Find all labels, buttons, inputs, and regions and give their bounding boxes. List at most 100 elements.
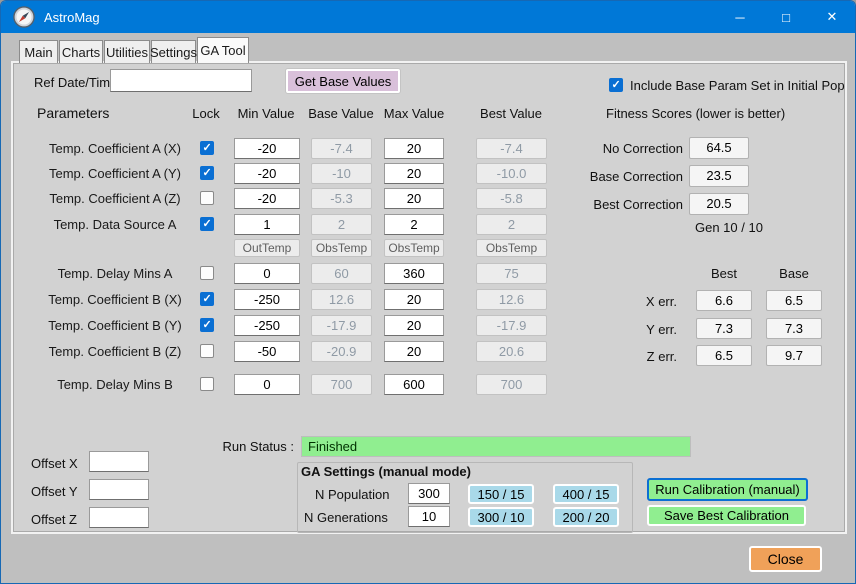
base-value-field: -5.3 (311, 188, 372, 209)
tab-main[interactable]: Main (19, 40, 58, 63)
tab-utilities[interactable]: Utilities (104, 40, 150, 63)
save-best-calibration-button[interactable]: Save Best Calibration (647, 505, 806, 526)
best-value-field: -10.0 (476, 163, 547, 184)
x-err-base: 6.5 (766, 290, 822, 311)
best-source-field: ObsTemp (476, 239, 547, 257)
tab-charts[interactable]: Charts (59, 40, 103, 63)
base-value-field: -17.9 (311, 315, 372, 336)
offset-x-input[interactable] (89, 451, 149, 472)
n-generations-input[interactable] (408, 506, 450, 527)
no-correction-label: No Correction (541, 141, 683, 156)
best-value-field: 20.6 (476, 341, 547, 362)
max-value-input[interactable] (384, 315, 444, 336)
offset-x-label: Offset X (31, 456, 78, 471)
max-value-input[interactable] (384, 214, 444, 235)
base-value-field: -20.9 (311, 341, 372, 362)
maximize-icon[interactable]: □ (763, 1, 809, 33)
min-value-input[interactable] (234, 163, 300, 184)
preset-300-10-button[interactable]: 300 / 10 (468, 507, 534, 527)
window-controls: ─ □ ✕ (717, 1, 855, 33)
best-value-field: 12.6 (476, 289, 547, 310)
close-button[interactable]: Close (749, 546, 822, 572)
run-status-label: Run Status : (214, 439, 294, 454)
no-correction-score: 64.5 (689, 137, 749, 159)
offset-z-input[interactable] (89, 507, 149, 528)
fitness-heading: Fitness Scores (lower is better) (606, 106, 785, 121)
param-label: Temp. Coefficient B (X) (26, 292, 204, 307)
err-base-header: Base (766, 266, 822, 281)
parameters-heading: Parameters (37, 105, 109, 121)
base-value-field: -10 (311, 163, 372, 184)
min-value-input[interactable] (234, 188, 300, 209)
offset-z-label: Offset Z (31, 512, 77, 527)
z-err-label: Z err. (599, 349, 677, 364)
best-value-field: 75 (476, 263, 547, 284)
base-value-field: 700 (311, 374, 372, 395)
lock-checkbox[interactable] (200, 344, 214, 358)
param-row-temp-delay-mins-b: Temp. Delay Mins B 700 700 (11, 374, 711, 396)
preset-200-20-button[interactable]: 200 / 20 (553, 507, 619, 527)
lock-checkbox[interactable] (200, 141, 214, 155)
min-value-input[interactable] (234, 289, 300, 310)
lock-checkbox[interactable] (200, 266, 214, 280)
n-generations-label: N Generations (304, 510, 388, 525)
lock-checkbox[interactable] (200, 377, 214, 391)
max-value-input[interactable] (384, 289, 444, 310)
min-value-input[interactable] (234, 138, 300, 159)
min-value-input[interactable] (234, 341, 300, 362)
param-label: Temp. Delay Mins B (26, 377, 204, 392)
base-value-field: 60 (311, 263, 372, 284)
base-value-header: Base Value (306, 106, 376, 121)
y-err-label: Y err. (599, 322, 677, 337)
tab-settings[interactable]: Settings (151, 40, 196, 63)
base-correction-label: Base Correction (541, 169, 683, 184)
max-source-field: ObsTemp (384, 239, 444, 257)
include-base-checkbox[interactable] (609, 78, 623, 92)
max-value-input[interactable] (384, 138, 444, 159)
min-value-input[interactable] (234, 315, 300, 336)
min-value-input[interactable] (234, 214, 300, 235)
preset-150-15-button[interactable]: 150 / 15 (468, 484, 534, 504)
param-row-data-source-names: OutTemp ObsTemp ObsTemp ObsTemp (11, 239, 711, 257)
lock-checkbox[interactable] (200, 318, 214, 332)
x-err-label: X err. (599, 294, 677, 309)
offset-y-input[interactable] (89, 479, 149, 500)
best-correction-score: 20.5 (689, 193, 749, 215)
y-err-best: 7.3 (696, 318, 752, 339)
max-value-input[interactable] (384, 374, 444, 395)
y-err-base: 7.3 (766, 318, 822, 339)
max-value-header: Max Value (379, 106, 449, 121)
best-value-header: Best Value (471, 106, 551, 121)
param-label: Temp. Coefficient A (Z) (26, 191, 204, 206)
lock-checkbox[interactable] (200, 217, 214, 231)
run-calibration-button[interactable]: Run Calibration (manual) (647, 478, 808, 501)
lock-checkbox[interactable] (200, 292, 214, 306)
title-bar: AstroMag ─ □ ✕ (1, 1, 855, 33)
close-window-icon[interactable]: ✕ (809, 1, 855, 33)
best-value-field: -7.4 (476, 138, 547, 159)
base-value-field: 2 (311, 214, 372, 235)
z-err-best: 6.5 (696, 345, 752, 366)
preset-400-15-button[interactable]: 400 / 15 (553, 484, 619, 504)
ga-settings-title: GA Settings (manual mode) (301, 464, 471, 479)
minimize-icon[interactable]: ─ (717, 1, 763, 33)
min-value-input[interactable] (234, 263, 300, 284)
max-value-input[interactable] (384, 263, 444, 284)
max-value-input[interactable] (384, 163, 444, 184)
param-label: Temp. Coefficient B (Y) (26, 318, 204, 333)
base-source-field: ObsTemp (311, 239, 372, 257)
ref-datetime-input[interactable] (110, 69, 252, 92)
max-value-input[interactable] (384, 188, 444, 209)
lock-checkbox[interactable] (200, 166, 214, 180)
min-value-input[interactable] (234, 374, 300, 395)
max-value-input[interactable] (384, 341, 444, 362)
tab-ga-tool[interactable]: GA Tool (197, 37, 249, 63)
lock-header: Lock (186, 106, 226, 121)
window-title: AstroMag (44, 10, 100, 25)
lock-checkbox[interactable] (200, 191, 214, 205)
n-population-input[interactable] (408, 483, 450, 504)
base-value-field: 12.6 (311, 289, 372, 310)
get-base-values-button[interactable]: Get Base Values (286, 69, 400, 93)
base-correction-score: 23.5 (689, 165, 749, 187)
param-label: Temp. Coefficient B (Z) (26, 344, 204, 359)
